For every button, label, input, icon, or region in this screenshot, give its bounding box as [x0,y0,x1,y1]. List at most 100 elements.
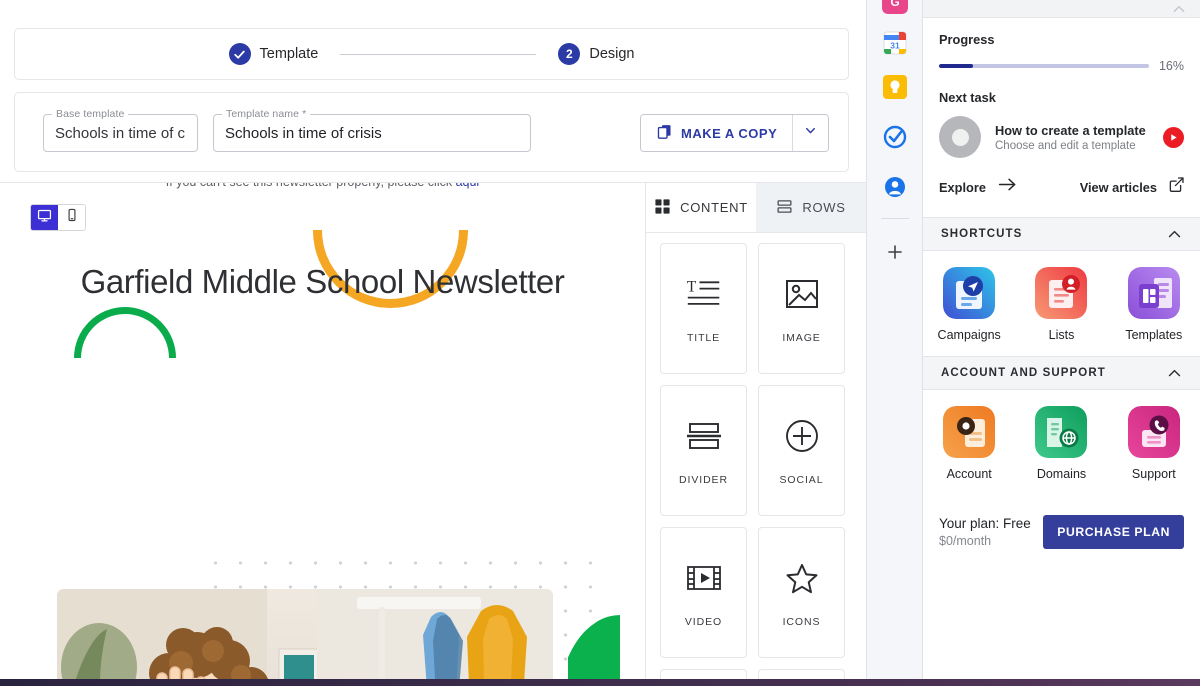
chevron-up-icon[interactable] [1167,225,1182,243]
content-tile-divider[interactable]: DIVIDER [660,385,747,516]
progress-bar-fill [939,64,973,68]
strip-divider [881,218,909,219]
help-panel-topbar [923,0,1200,18]
shortcuts-section-header[interactable]: SHORTCUTS [923,217,1200,251]
shortcut-account-label: Account [947,467,992,481]
google-calendar-icon[interactable]: 31 [882,30,908,56]
shortcut-templates[interactable]: Templates [1108,267,1200,342]
stepper-connector [340,54,536,55]
preheader-link[interactable]: aqui [456,183,480,189]
email-preview-canvas[interactable]: If you can't see this newsletter properl… [0,183,645,679]
google-keep-icon[interactable] [882,74,908,100]
campaigns-icon [943,267,995,319]
google-chat-icon[interactable]: G [882,0,908,14]
content-tile-image-label: IMAGE [782,332,820,344]
add-app-icon[interactable] [882,239,908,265]
progress-bar [939,64,1149,68]
shortcut-domains-label: Domains [1037,467,1086,481]
mobile-view-button[interactable] [58,205,85,230]
make-a-copy-button[interactable]: MAKE A COPY [641,115,792,151]
content-tile-title[interactable]: T TITLE [660,243,747,374]
shortcuts-row: Campaigns Lists [923,251,1200,356]
editor-area: Template 2 Design Base template Schools … [0,0,866,679]
make-a-copy-group: MAKE A COPY [640,114,829,152]
make-a-copy-label: MAKE A COPY [681,126,777,141]
google-contacts-icon[interactable] [882,174,908,200]
plan-name: Your plan: Free [939,516,1031,531]
template-name-field[interactable]: Template name * Schools in time of crisi… [213,114,531,152]
content-tile-partial-b[interactable] [758,669,845,679]
template-name-legend: Template name * [222,108,310,120]
video-icon [683,557,725,599]
progress-block: Progress 16% Next task How to create a t… [923,18,1200,158]
purchase-plan-button[interactable]: PURCHASE PLAN [1043,515,1184,549]
progress-row: 16% [939,59,1184,73]
content-tile-partial-a[interactable] [660,669,747,679]
view-articles-link[interactable]: View articles [1080,177,1184,197]
content-tile-video[interactable]: VIDEO [660,527,747,658]
account-row: Account [923,390,1200,495]
template-name-value: Schools in time of crisis [225,125,382,142]
shortcut-account[interactable]: Account [923,406,1015,481]
account-section-header[interactable]: ACCOUNT AND SUPPORT [923,356,1200,390]
plan-row: Your plan: Free $0/month PURCHASE PLAN [923,495,1200,549]
content-tile-social[interactable]: SOCIAL [758,385,845,516]
step-design[interactable]: 2 Design [558,43,634,65]
lists-icon [1035,267,1087,319]
desktop-view-button[interactable] [31,205,58,230]
divider-icon [683,415,725,457]
content-tile-video-label: VIDEO [685,616,722,628]
account-icon [943,406,995,458]
mobile-icon [65,208,79,227]
next-task-item-title: How to create a template [995,123,1149,138]
tab-content[interactable]: CONTENT [646,183,756,232]
content-tile-icons[interactable]: ICONS [758,527,845,658]
preheader-text: If you can't see this newsletter properl… [0,183,645,189]
shortcut-campaigns[interactable]: Campaigns [923,267,1015,342]
circle-progress-icon [939,116,981,158]
shortcut-lists[interactable]: Lists [1015,267,1107,342]
browser-side-strip: G 31 [866,0,922,679]
content-tile-social-label: SOCIAL [780,474,824,486]
tab-rows[interactable]: ROWS [756,183,866,232]
content-tile-image[interactable]: IMAGE [758,243,845,374]
campaigns-glyph [943,267,995,319]
check-icon [229,43,251,65]
newsletter-title[interactable]: Garfield Middle School Newsletter [0,263,645,301]
base-template-field[interactable]: Base template Schools in time of c [43,114,198,152]
shortcut-domains[interactable]: Domains [1015,406,1107,481]
image-icon [781,273,823,315]
help-panel: Progress 16% Next task How to create a t… [922,0,1200,679]
desktop-icon [37,208,52,228]
domains-icon [1035,406,1087,458]
step-template-label: Template [260,46,319,62]
step-template[interactable]: Template [229,43,319,65]
explore-link[interactable]: Explore [939,177,1017,197]
shortcut-support[interactable]: Support [1108,406,1200,481]
shortcut-support-label: Support [1132,467,1176,481]
arrow-right-icon [998,177,1017,197]
device-toggle [30,204,86,231]
green-half-circle-svg [568,615,620,679]
title-icon: T [683,273,725,315]
chevron-up-icon[interactable] [1167,364,1182,382]
support-glyph [1128,406,1180,458]
play-icon[interactable] [1163,127,1184,148]
rows-icon [776,198,793,218]
template-form: Base template Schools in time of c Templ… [14,92,849,172]
external-link-icon [1169,177,1184,197]
next-task-row[interactable]: How to create a template Choose and edit… [939,116,1184,158]
content-panel: CONTENT ROWS T [645,183,866,679]
shortcut-lists-label: Lists [1049,328,1075,342]
make-a-copy-dropdown[interactable] [792,115,828,151]
calendar-glyph: 31 [883,31,907,55]
templates-glyph [1128,267,1180,319]
content-tiles-grid: T TITLE IMAGE [646,233,866,679]
step-design-number: 2 [558,43,580,65]
circle-progress-hole [952,129,969,146]
chevron-up-icon[interactable] [1172,0,1186,18]
hero-image[interactable] [57,589,553,679]
green-half-circle-decoration [568,615,620,679]
google-tasks-icon[interactable] [882,124,908,150]
progress-title: Progress [939,32,1184,47]
